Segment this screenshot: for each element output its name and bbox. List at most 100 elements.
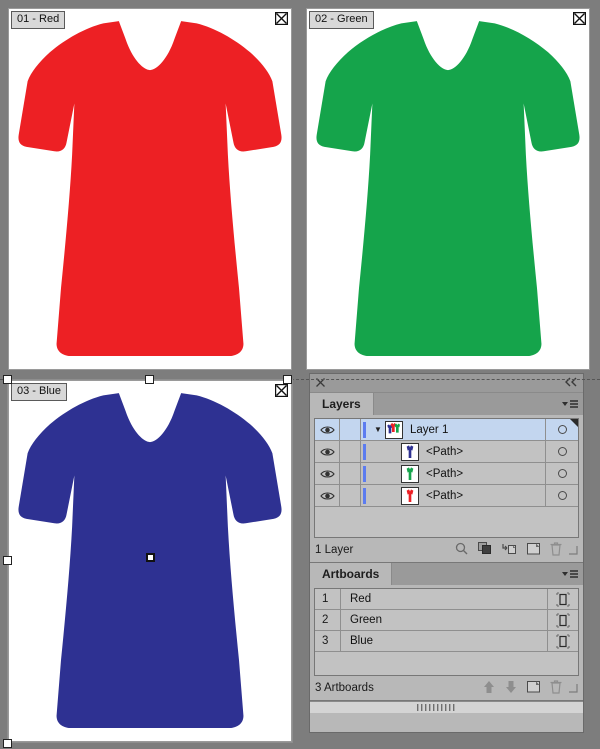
artboard-number: 1 [315, 589, 341, 609]
artboard-name[interactable]: Green [341, 614, 547, 626]
panel-dock: Layers ▼ Layer 1 <Path> <Path> <Path> 1 … [310, 374, 583, 732]
resize-grip[interactable] [568, 545, 578, 555]
layer-row-main[interactable]: <Path> [368, 485, 545, 506]
artboards-list[interactable]: 1 Red 2 Green 3 Blue [314, 588, 579, 676]
delete-artboard-icon[interactable] [550, 679, 562, 697]
delete-selection-icon[interactable] [550, 541, 562, 559]
artboard-02-content [306, 8, 590, 370]
new-artboard-icon[interactable] [527, 680, 540, 696]
selection-handle-middle-left[interactable] [3, 556, 12, 565]
selection-handle-top-center[interactable] [145, 375, 154, 384]
layers-list-empty-area [315, 507, 578, 535]
target-indicator[interactable] [545, 463, 578, 484]
layer-row-path-blue[interactable]: <Path> [315, 441, 578, 463]
artboard-row-1[interactable]: 1 Red [315, 589, 578, 610]
visibility-toggle-icon[interactable] [315, 441, 340, 462]
dock-title-bar[interactable] [310, 374, 583, 393]
artboard-options-icon[interactable] [547, 589, 578, 609]
layers-panel: Layers ▼ Layer 1 <Path> <Path> <Path> 1 … [310, 393, 583, 563]
move-down-icon[interactable] [505, 680, 517, 697]
target-indicator[interactable] [545, 441, 578, 462]
tab-filler [374, 393, 557, 415]
artboard-02-label[interactable]: 02 - Green [309, 11, 374, 29]
tab-artboards[interactable]: Artboards [310, 563, 393, 585]
selection-corner-indicator [570, 419, 578, 427]
layer-row-main[interactable]: <Path> [368, 463, 545, 484]
layer-row-layer-1[interactable]: ▼ Layer 1 [315, 419, 578, 441]
artboard-02-green[interactable]: 02 - Green [306, 8, 590, 370]
visibility-toggle-icon[interactable] [315, 463, 340, 484]
artboard-center-mark-icon [573, 12, 586, 25]
layers-panel-tab-row: Layers [310, 393, 583, 415]
make-clipping-mask-icon[interactable] [478, 542, 492, 558]
lock-toggle[interactable] [340, 485, 361, 506]
move-up-icon[interactable] [483, 680, 495, 697]
artboards-panel-tab-row: Artboards [310, 563, 583, 585]
create-new-sublayer-icon[interactable] [502, 542, 517, 558]
artboard-name[interactable]: Blue [341, 635, 547, 647]
artboard-01-content [8, 8, 292, 370]
artboard-center-mark-icon [275, 384, 288, 397]
layer-color-bar [361, 463, 368, 484]
layer-row-path-green[interactable]: <Path> [315, 463, 578, 485]
visibility-toggle-icon[interactable] [315, 419, 340, 440]
artboard-count-label: 3 Artboards [315, 682, 374, 694]
layer-name[interactable]: Layer 1 [410, 424, 448, 436]
layer-name[interactable]: <Path> [426, 446, 463, 458]
artboard-options-icon[interactable] [547, 631, 578, 651]
artboard-row-3[interactable]: 3 Blue [315, 631, 578, 652]
layer-row-main[interactable]: <Path> [368, 441, 545, 462]
layer-count-label: 1 Layer [315, 544, 354, 556]
layer-row-main[interactable]: ▼ Layer 1 [368, 419, 545, 440]
lock-toggle[interactable] [340, 419, 361, 440]
layer-color-bar [361, 419, 368, 440]
artboard-03-label[interactable]: 03 - Blue [11, 383, 68, 401]
layer-name[interactable]: <Path> [426, 490, 463, 502]
selection-handle-top-right[interactable] [283, 375, 292, 384]
selection-handle-top-left[interactable] [3, 375, 12, 384]
tshirt-shape-green[interactable] [312, 10, 584, 366]
tab-filler [392, 563, 557, 585]
artboard-number: 2 [315, 610, 341, 630]
tab-layers[interactable]: Layers [310, 393, 374, 415]
locate-object-icon[interactable] [455, 542, 468, 558]
visibility-toggle-icon[interactable] [315, 485, 340, 506]
lock-toggle[interactable] [340, 441, 361, 462]
artboards-footer-icons [483, 679, 564, 697]
disclosure-triangle-icon[interactable]: ▼ [371, 425, 385, 434]
close-icon[interactable] [315, 377, 326, 388]
artboard-center-mark-icon [275, 12, 288, 25]
selection-center-point[interactable] [146, 553, 155, 562]
layers-footer-icons [455, 541, 564, 559]
layer-thumbnail-all [385, 420, 403, 439]
resize-grip[interactable] [568, 683, 578, 693]
panel-menu-icon[interactable] [557, 563, 583, 585]
layer-row-path-red[interactable]: <Path> [315, 485, 578, 507]
artboard-01-label[interactable]: 01 - Red [11, 11, 66, 29]
layer-color-bar [361, 441, 368, 462]
target-indicator[interactable] [545, 419, 578, 440]
tshirt-shape-red[interactable] [14, 10, 286, 366]
artboard-row-2[interactable]: 2 Green [315, 610, 578, 631]
artboard-name[interactable]: Red [341, 593, 547, 605]
artboards-panel: Artboards 1 Red 2 Green 3 Blue 3 Artboar… [310, 563, 583, 701]
layers-list[interactable]: ▼ Layer 1 <Path> <Path> <Path> [314, 418, 579, 538]
artboards-list-empty-area [315, 652, 578, 674]
layer-name[interactable]: <Path> [426, 468, 463, 480]
layer-thumbnail-blue [401, 442, 419, 461]
artboard-number: 3 [315, 631, 341, 651]
dock-drag-handle[interactable] [310, 701, 583, 713]
artboard-01-red[interactable]: 01 - Red [8, 8, 292, 370]
create-new-layer-icon[interactable] [527, 542, 540, 558]
artboard-options-icon[interactable] [547, 610, 578, 630]
layer-color-bar [361, 485, 368, 506]
layer-thumbnail-green [401, 464, 419, 483]
target-indicator[interactable] [545, 485, 578, 506]
layers-panel-footer: 1 Layer [310, 538, 583, 562]
artboards-panel-footer: 3 Artboards [310, 676, 583, 700]
layer-thumbnail-red [401, 486, 419, 505]
lock-toggle[interactable] [340, 463, 361, 484]
selection-handle-bottom-left[interactable] [3, 739, 12, 748]
panel-menu-icon[interactable] [557, 393, 583, 415]
double-chevron-left-icon[interactable] [563, 377, 579, 389]
